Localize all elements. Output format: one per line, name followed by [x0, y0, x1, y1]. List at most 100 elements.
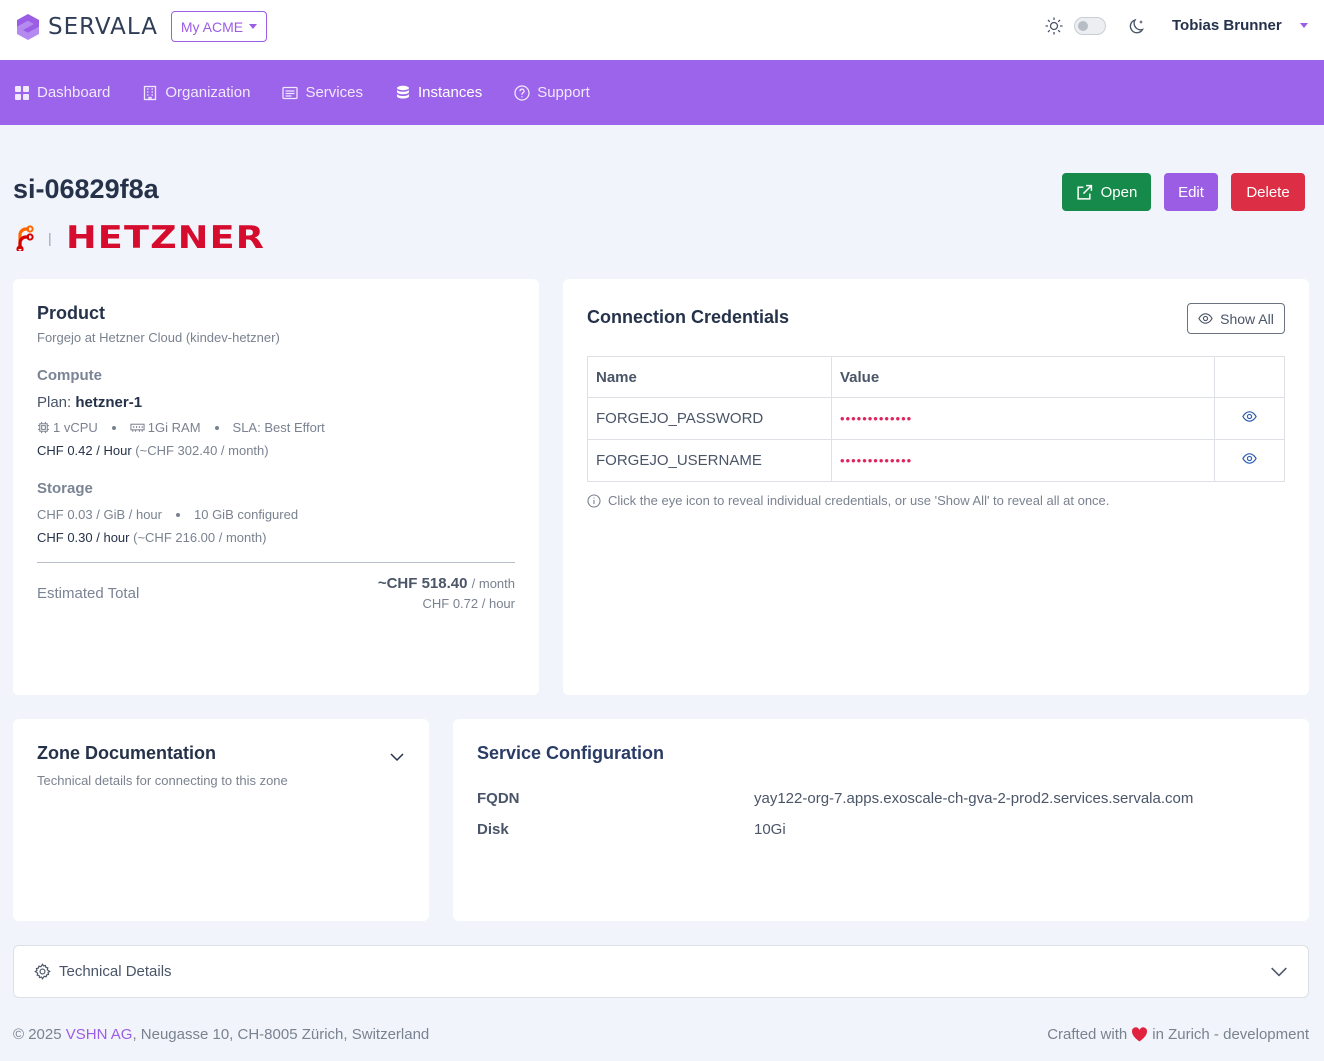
- credentials-hint: Click the eye icon to reveal individual …: [587, 493, 1285, 508]
- credential-value: •••••••••••••: [831, 439, 1215, 482]
- storage-configured: 10 GiB configured: [194, 507, 299, 522]
- divider: [37, 562, 515, 563]
- company-link[interactable]: VSHN AG: [66, 1026, 133, 1043]
- theme-switcher: [1044, 16, 1148, 36]
- theme-toggle[interactable]: [1074, 17, 1106, 35]
- edit-button[interactable]: Edit: [1164, 173, 1218, 211]
- credentials-card: Connection Credentials Show All Name Val…: [563, 279, 1309, 695]
- credentials-table: Name Value FORGEJO_PASSWORD ••••••••••••…: [587, 356, 1285, 482]
- zone-documentation-card[interactable]: Zone Documentation Technical details for…: [13, 719, 429, 921]
- eye-icon: [1198, 313, 1213, 324]
- info-icon: [587, 493, 601, 508]
- nav-item-services[interactable]: Services: [282, 84, 363, 101]
- nav-item-support[interactable]: Support: [514, 84, 590, 101]
- database-icon: [396, 85, 409, 98]
- copyright-text: © 2025: [13, 1026, 62, 1043]
- nav-item-label: Services: [305, 84, 363, 101]
- credential-value: •••••••••••••: [831, 397, 1215, 440]
- org-selector-label: My ACME: [180, 18, 244, 35]
- hetzner-logo: HETZNER: [65, 220, 265, 256]
- product-subtitle: Forgejo at Hetzner Cloud (kindev-hetzner…: [37, 330, 280, 345]
- caret-down-icon: [1299, 23, 1308, 28]
- external-link-icon: [1077, 184, 1092, 200]
- total-label: Estimated Total: [37, 585, 140, 602]
- eye-icon[interactable]: [1242, 409, 1257, 424]
- crafted-suffix: in Zurich - development: [1152, 1026, 1309, 1043]
- plan-label: Plan:: [37, 394, 72, 411]
- product-card: Product Forgejo at Hetzner Cloud (kindev…: [13, 279, 539, 695]
- plan-value: hetzner-1: [75, 394, 143, 411]
- fqdn-value: yay122-org-7.apps.exoscale-ch-gva-2-prod…: [754, 790, 1194, 807]
- bullet-separator: [111, 425, 116, 430]
- reveal-cell: [1214, 397, 1285, 440]
- compute-heading: Compute: [37, 367, 102, 384]
- table-header-row: Name Value: [587, 356, 1285, 398]
- grid-icon: [15, 85, 29, 100]
- bullet-separator: [214, 425, 219, 430]
- nav-item-dashboard[interactable]: Dashboard: [14, 84, 110, 101]
- crafted-prefix: Crafted with: [1047, 1026, 1128, 1043]
- eye-icon[interactable]: [1242, 451, 1257, 466]
- open-button[interactable]: Open: [1062, 173, 1151, 211]
- chevron-down-icon[interactable]: [1270, 963, 1288, 981]
- list-icon: [282, 86, 299, 99]
- compute-price-hour: CHF 0.42 / Hour: [37, 443, 132, 458]
- caret-down-icon: [249, 24, 258, 29]
- nav-item-label: Dashboard: [37, 84, 111, 101]
- building-icon: [144, 85, 157, 100]
- total-hour: CHF 0.72 / hour: [422, 596, 516, 611]
- provider-separator: |: [48, 230, 52, 246]
- credentials-title: Connection Credentials: [587, 307, 790, 327]
- column-header-name: Name: [587, 356, 832, 398]
- app-logo[interactable]: SERVALA: [14, 12, 158, 42]
- show-all-button[interactable]: Show All: [1187, 303, 1285, 334]
- service-config-title: Service Configuration: [477, 743, 665, 763]
- nav-item-instances[interactable]: Instances: [395, 84, 482, 101]
- product-title: Product: [37, 303, 106, 323]
- bullet-separator: [176, 512, 180, 517]
- estimated-total: Estimated Total ~CHF 518.40 / month CHF …: [37, 575, 515, 611]
- disk-row: Disk 10Gi: [477, 821, 1285, 838]
- provider-row: | HETZNER: [14, 220, 264, 256]
- credential-name: FORGEJO_USERNAME: [587, 439, 832, 482]
- gear-icon: [34, 963, 51, 980]
- chevron-down-icon[interactable]: [389, 749, 405, 765]
- user-menu[interactable]: Tobias Brunner: [1172, 17, 1308, 34]
- cpu-icon: [37, 421, 50, 434]
- show-all-label: Show All: [1220, 310, 1274, 327]
- footer: © 2025 VSHN AG, Neugasse 10, CH-8005 Zür…: [13, 1026, 1309, 1043]
- open-button-label: Open: [1100, 183, 1138, 201]
- storage-price-hour: CHF 0.30 / hour: [37, 530, 130, 545]
- nav-item-organization[interactable]: Organization: [142, 84, 250, 101]
- storage-rate: CHF 0.03 / GiB / hour: [37, 507, 162, 522]
- org-selector[interactable]: My ACME: [171, 11, 267, 42]
- table-row: FORGEJO_PASSWORD •••••••••••••: [587, 397, 1285, 440]
- memory-icon: [130, 423, 145, 432]
- compute-specs: 1 vCPU 1Gi RAM SLA: Best Effort: [37, 420, 515, 435]
- table-row: FORGEJO_USERNAME •••••••••••••: [587, 439, 1285, 482]
- user-name: Tobias Brunner: [1172, 17, 1282, 34]
- nav-item-label: Organization: [165, 84, 251, 101]
- disk-label: Disk: [477, 821, 509, 838]
- forgejo-logo-icon: [16, 225, 34, 251]
- total-month-unit: / month: [471, 576, 515, 591]
- technical-details-accordion[interactable]: Technical Details: [13, 945, 1309, 998]
- reveal-cell: [1214, 439, 1285, 482]
- footer-crafted: Crafted with in Zurich - development: [1047, 1026, 1309, 1043]
- compute-price: CHF 0.42 / Hour (~CHF 302.40 / month): [37, 443, 515, 458]
- storage-heading: Storage: [37, 480, 93, 497]
- nav-item-label: Instances: [417, 84, 483, 101]
- storage-specs: CHF 0.03 / GiB / hour 10 GiB configured: [37, 507, 515, 522]
- column-header-value: Value: [831, 356, 1215, 398]
- ram-value: 1Gi RAM: [147, 420, 201, 435]
- instance-actions: Open Edit Delete: [1062, 173, 1305, 211]
- sun-icon: [1045, 17, 1063, 35]
- main-nav: Dashboard Organization Services Instance…: [0, 60, 1324, 125]
- storage-price-month: (~CHF 216.00 / month): [133, 530, 267, 545]
- vcpu-value: 1 vCPU: [53, 420, 98, 435]
- disk-value: 10Gi: [754, 821, 786, 838]
- delete-button[interactable]: Delete: [1231, 173, 1305, 211]
- zone-subtitle: Technical details for connecting to this…: [37, 773, 288, 788]
- footer-copyright: © 2025 VSHN AG, Neugasse 10, CH-8005 Zür…: [13, 1026, 429, 1043]
- fqdn-label: FQDN: [477, 790, 520, 807]
